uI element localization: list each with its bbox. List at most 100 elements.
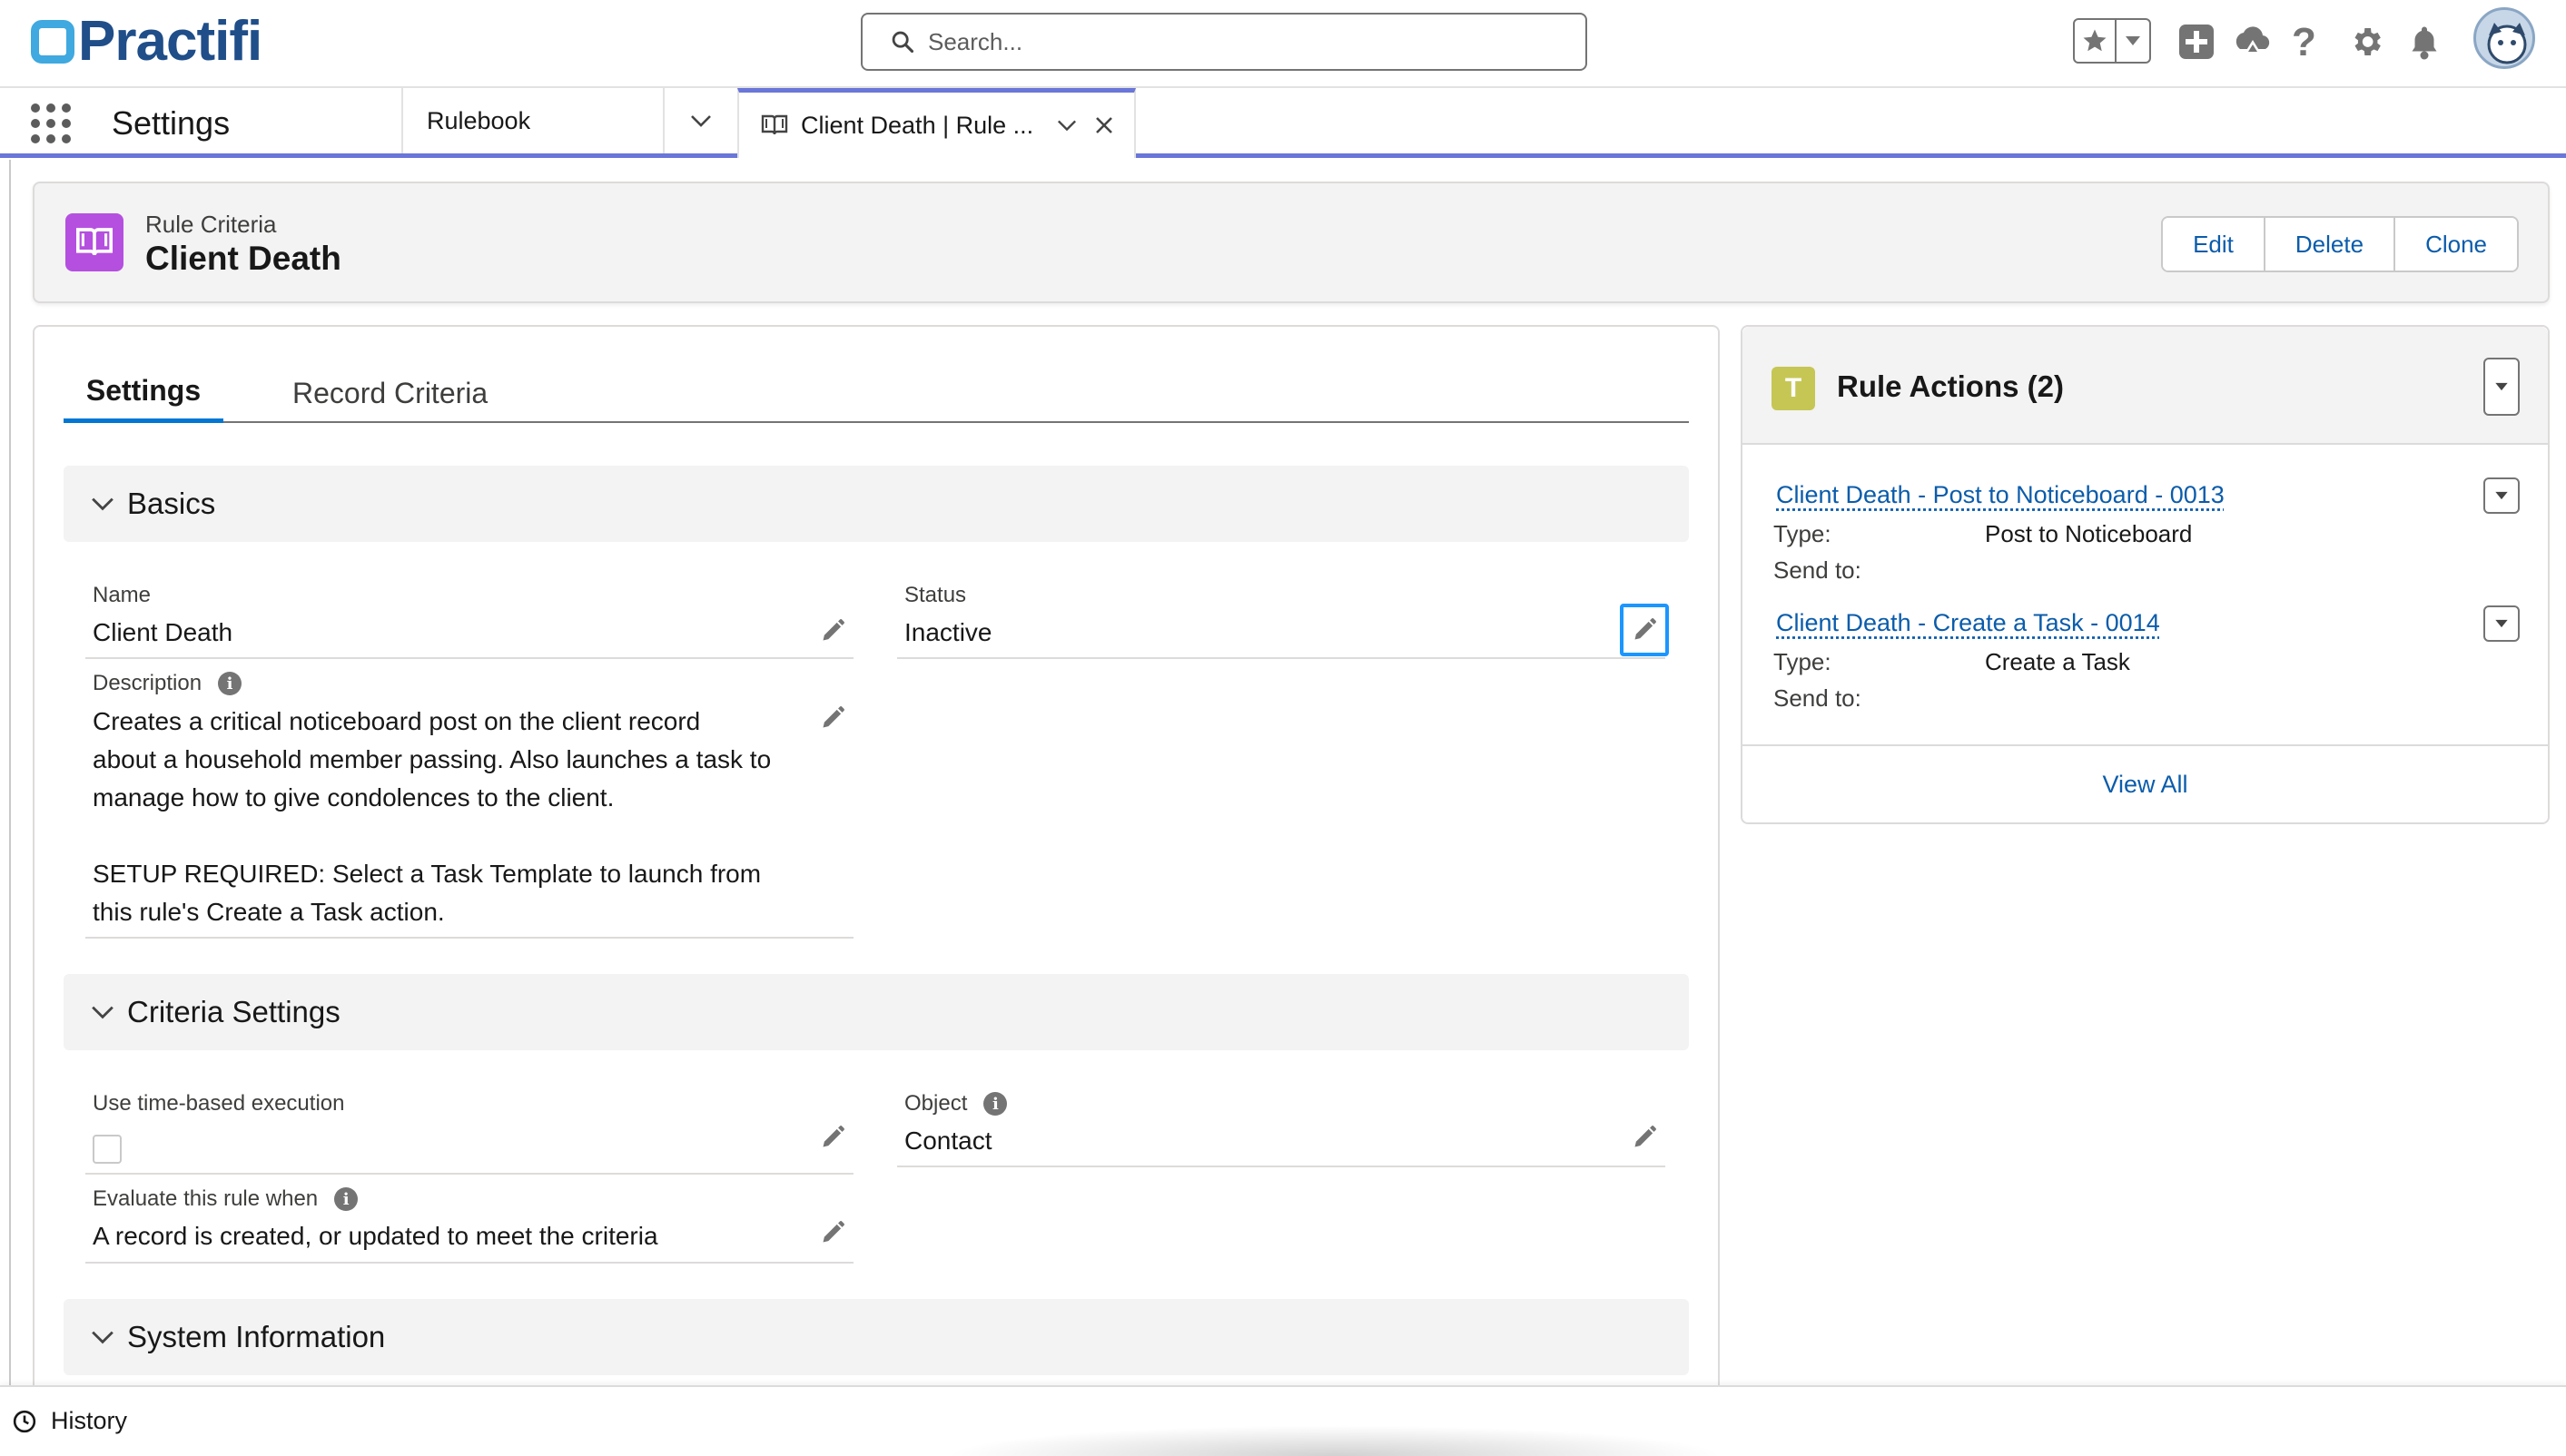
- global-actions-add-icon[interactable]: [2178, 24, 2215, 64]
- time-based-label: Use time-based execution: [93, 1091, 345, 1116]
- rule-actions-menu-button[interactable]: [2483, 358, 2520, 416]
- type-value: Create a Task: [1985, 648, 2130, 675]
- time-based-checkbox[interactable]: [93, 1135, 122, 1164]
- delete-button[interactable]: Delete: [2263, 218, 2394, 271]
- record-action-buttons: Edit Delete Clone: [2161, 216, 2519, 272]
- rule-action-row-menu[interactable]: [2483, 605, 2520, 642]
- nav-tab-rulebook-menu[interactable]: [663, 88, 737, 153]
- rule-actions-title[interactable]: Rule Actions (2): [1837, 369, 2064, 404]
- section-header-criteria-settings[interactable]: Criteria Settings: [64, 974, 1689, 1050]
- evaluate-divider: [85, 1262, 854, 1264]
- edit-time-based-pencil-icon[interactable]: [817, 1122, 848, 1153]
- tab-record-criteria[interactable]: Record Criteria: [292, 363, 488, 423]
- time-based-divider: [85, 1173, 854, 1175]
- send-to-label: Send to:: [1773, 556, 1861, 584]
- description-divider: [85, 937, 854, 939]
- name-label: Name: [93, 583, 152, 607]
- practifi-logo[interactable]: Practifi: [31, 13, 262, 71]
- edit-name-pencil-icon[interactable]: [817, 615, 848, 646]
- edit-button[interactable]: Edit: [2163, 218, 2264, 271]
- favorites-star-icon[interactable]: [2075, 20, 2117, 62]
- section-header-system-information[interactable]: System Information: [64, 1299, 1689, 1375]
- info-icon[interactable]: i: [334, 1187, 359, 1211]
- favorites-dropdown-icon[interactable]: [2117, 20, 2149, 62]
- clock-icon: [13, 1410, 36, 1432]
- object-label-text: Object: [904, 1091, 968, 1116]
- object-value: Contact: [904, 1126, 992, 1155]
- status-divider: [897, 657, 1665, 659]
- record-detail-card: Settings Record Criteria Basics Name Cli…: [33, 325, 1720, 1396]
- left-edge-divider: [0, 160, 11, 1385]
- description-label: Description i: [93, 671, 242, 696]
- nav-tab-client-death[interactable]: Client Death | Rule ...: [737, 88, 1136, 158]
- chevron-down-icon: [691, 115, 711, 127]
- object-label: Object i: [904, 1091, 1008, 1117]
- description-label-text: Description: [93, 671, 202, 695]
- name-divider: [85, 657, 854, 659]
- rulebook-icon: [761, 114, 788, 135]
- status-label: Status: [904, 583, 967, 607]
- description-line: SETUP REQUIRED: Select a Task Template t…: [93, 860, 762, 888]
- description-line: about a household member passing. Also l…: [93, 745, 772, 773]
- type-label: Type:: [1773, 520, 1831, 547]
- record-highlights-panel: Rule Criteria Client Death Edit Delete C…: [33, 182, 2550, 303]
- history-utility-item[interactable]: History: [13, 1407, 127, 1435]
- tab-settings[interactable]: Settings: [64, 363, 223, 423]
- clone-button[interactable]: Clone: [2393, 218, 2517, 271]
- dropdown-arrow-icon: [2495, 491, 2508, 500]
- tab-settings-label: Settings: [85, 374, 202, 407]
- favorites-button[interactable]: [2073, 18, 2151, 64]
- info-icon[interactable]: i: [218, 672, 242, 695]
- bottom-shadow: [944, 1425, 1725, 1456]
- nav-tab-label: Client Death | Rule ...: [801, 111, 1034, 139]
- section-title: Criteria Settings: [127, 995, 340, 1028]
- tab-record-criteria-label: Record Criteria: [292, 376, 489, 409]
- chevron-down-icon: [92, 1331, 113, 1344]
- app-launcher-icon[interactable]: [31, 103, 71, 143]
- rule-action-object-icon: T: [1772, 367, 1815, 410]
- notifications-bell-icon[interactable]: [2408, 24, 2441, 64]
- search-input[interactable]: [928, 27, 1545, 56]
- global-search[interactable]: [861, 13, 1587, 71]
- nav-tab-rulebook[interactable]: Rulebook: [401, 88, 663, 153]
- user-avatar[interactable]: [2473, 7, 2535, 69]
- search-icon: [892, 31, 914, 54]
- chevron-down-icon[interactable]: [1057, 119, 1077, 132]
- status-value: Inactive: [904, 618, 992, 646]
- detail-tabs: Settings Record Criteria: [64, 363, 1689, 423]
- rule-action-row-menu[interactable]: [2483, 477, 2520, 514]
- nav-tab-label: Rulebook: [427, 106, 531, 134]
- description-line: Creates a critical noticeboard post on t…: [93, 707, 701, 735]
- chevron-down-icon: [92, 497, 113, 511]
- send-to-label: Send to:: [1773, 684, 1861, 712]
- edit-status-pencil-icon[interactable]: [1620, 604, 1669, 656]
- dropdown-arrow-icon: [2495, 619, 2508, 628]
- record-type-label: Rule Criteria: [145, 211, 277, 238]
- section-header-basics[interactable]: Basics: [64, 466, 1689, 542]
- setup-gear-icon[interactable]: [2348, 24, 2384, 64]
- trailhead-icon[interactable]: [2233, 24, 2273, 64]
- type-value: Post to Noticeboard: [1985, 520, 2193, 547]
- type-label: Type:: [1773, 648, 1831, 675]
- rule-actions-header: T Rule Actions (2): [1742, 327, 2548, 445]
- edit-description-pencil-icon[interactable]: [817, 703, 848, 733]
- name-value: Client Death: [93, 618, 233, 646]
- edit-evaluate-pencil-icon[interactable]: [817, 1217, 848, 1248]
- rule-action-link[interactable]: Client Death - Create a Task - 0014: [1776, 609, 2160, 637]
- chevron-down-icon: [92, 1006, 113, 1019]
- rule-action-link[interactable]: Client Death - Post to Noticeboard - 001…: [1776, 481, 2225, 509]
- evaluate-label: Evaluate this rule when i: [93, 1186, 359, 1212]
- logo-text: Practifi: [78, 10, 262, 73]
- object-divider: [897, 1166, 1665, 1167]
- info-icon[interactable]: i: [983, 1092, 1008, 1116]
- close-tab-icon[interactable]: [1095, 116, 1113, 134]
- help-icon[interactable]: ?: [2292, 20, 2316, 65]
- app-name: Settings: [112, 104, 231, 142]
- dropdown-arrow-icon: [2495, 382, 2508, 391]
- global-header: Practifi ?: [0, 0, 2566, 88]
- edit-object-pencil-icon[interactable]: [1629, 1122, 1660, 1153]
- view-all-link[interactable]: View All: [1742, 744, 2548, 822]
- rule-criteria-object-icon: [65, 213, 123, 271]
- evaluate-label-text: Evaluate this rule when: [93, 1186, 319, 1211]
- section-title: Basics: [127, 487, 216, 520]
